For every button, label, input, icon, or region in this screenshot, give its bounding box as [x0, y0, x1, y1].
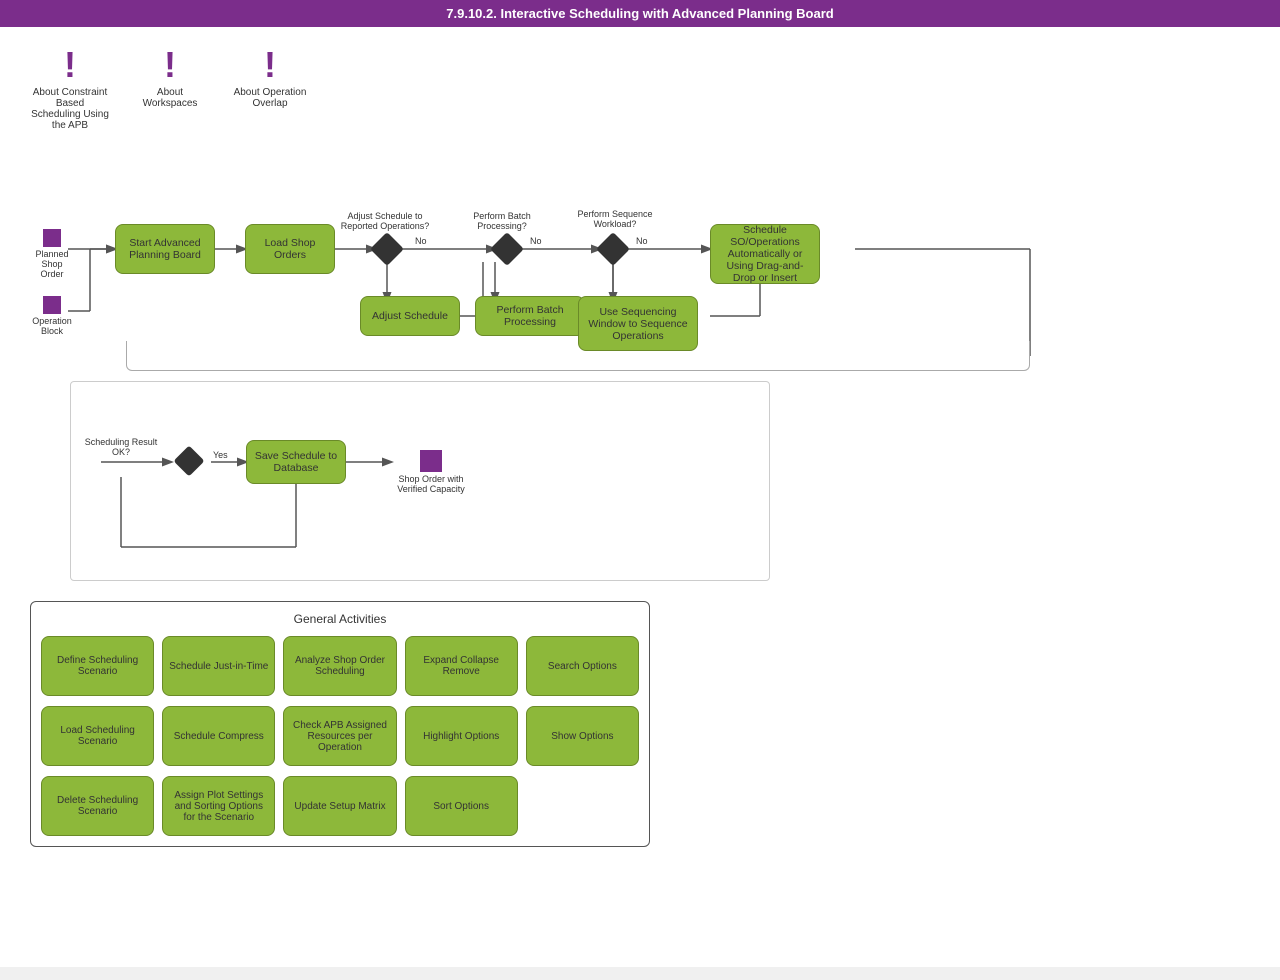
batch-q-label: Perform Batch Processing?: [462, 211, 542, 231]
main-content: ! About Constraint Based Scheduling Usin…: [0, 27, 1280, 967]
diamond-adjust: [375, 237, 399, 261]
adjust-schedule-box: Adjust Schedule: [360, 296, 460, 336]
sequence-q-label: Perform Sequence Workload?: [575, 209, 655, 229]
diamond-batch: [495, 237, 519, 261]
activity-btn-11[interactable]: Assign Plot Settings and Sorting Options…: [162, 776, 275, 836]
diamond-sequence: [601, 237, 625, 261]
activity-btn-5[interactable]: Load Scheduling Scenario: [41, 706, 154, 766]
shop-order-verified-icon: [420, 450, 442, 472]
icon-constraint: ! About Constraint Based Scheduling Usin…: [30, 47, 110, 131]
icon-workspaces: ! About Workspaces: [130, 47, 210, 109]
activity-btn-6[interactable]: Schedule Compress: [162, 706, 275, 766]
activity-btn-4[interactable]: Search Options: [526, 636, 639, 696]
result-ok-label: Scheduling Result OK?: [76, 437, 166, 457]
activity-btn-3[interactable]: Expand Collapse Remove: [405, 636, 518, 696]
activity-btn-2[interactable]: Analyze Shop Order Scheduling: [283, 636, 396, 696]
activities-title: General Activities: [41, 612, 639, 626]
start-apb-box: Start Advanced Planning Board: [115, 224, 215, 274]
schedule-so-box: Schedule SO/Operations Automatically or …: [710, 224, 820, 284]
activity-btn-9[interactable]: Show Options: [526, 706, 639, 766]
loop-rect: [126, 341, 1030, 371]
activity-btn-13[interactable]: Sort Options: [405, 776, 518, 836]
shop-order-verified-label: Shop Order with Verified Capacity: [391, 474, 471, 494]
icons-section: ! About Constraint Based Scheduling Usin…: [10, 37, 1270, 141]
exclamation-icon-3: !: [264, 47, 276, 83]
adjust-q-label: Adjust Schedule to Reported Operations?: [340, 211, 430, 231]
operation-block-node: Operation Block: [32, 296, 72, 336]
activity-btn-10[interactable]: Delete Scheduling Scenario: [41, 776, 154, 836]
activity-btn-12[interactable]: Update Setup Matrix: [283, 776, 396, 836]
activity-btn-8[interactable]: Highlight Options: [405, 706, 518, 766]
no-label-2: No: [530, 236, 542, 246]
no-label-1: No: [415, 236, 427, 246]
yes-label: Yes: [213, 450, 228, 460]
operation-block-label: Operation Block: [32, 316, 72, 336]
exclamation-icon-2: !: [164, 47, 176, 83]
planned-shop-order-label: Planned Shop Order: [32, 249, 72, 279]
title-bar: 7.9.10.2. Interactive Scheduling with Ad…: [0, 0, 1280, 27]
activities-grid: Define Scheduling ScenarioSchedule Just-…: [41, 636, 639, 836]
operation-block-icon: [43, 296, 61, 314]
no-label-3: No: [636, 236, 648, 246]
activity-btn-1[interactable]: Schedule Just-in-Time: [162, 636, 275, 696]
icon-label-workspaces: About Workspaces: [130, 87, 210, 109]
perform-batch-box: Perform Batch Processing: [475, 296, 585, 336]
shop-order-verified-node: Shop Order with Verified Capacity: [391, 450, 471, 494]
title-text: 7.9.10.2. Interactive Scheduling with Ad…: [446, 6, 833, 21]
exclamation-icon-1: !: [64, 47, 76, 83]
icon-overlap: ! About Operation Overlap: [230, 47, 310, 109]
lower-flowchart: Scheduling Result OK? Yes Save Schedule …: [70, 381, 770, 581]
activity-btn-7[interactable]: Check APB Assigned Resources per Operati…: [283, 706, 396, 766]
icon-label-constraint: About Constraint Based Scheduling Using …: [30, 87, 110, 131]
upper-flowchart: Planned Shop Order Operation Block Start…: [30, 141, 1090, 381]
planned-shop-order-icon: [43, 229, 61, 247]
activities-box: General Activities Define Scheduling Sce…: [30, 601, 650, 847]
save-schedule-box: Save Schedule to Database: [246, 440, 346, 484]
load-shop-orders-box: Load Shop Orders: [245, 224, 335, 274]
icon-label-overlap: About Operation Overlap: [230, 87, 310, 109]
activity-btn-0[interactable]: Define Scheduling Scenario: [41, 636, 154, 696]
planned-shop-order-node: Planned Shop Order: [32, 229, 72, 279]
